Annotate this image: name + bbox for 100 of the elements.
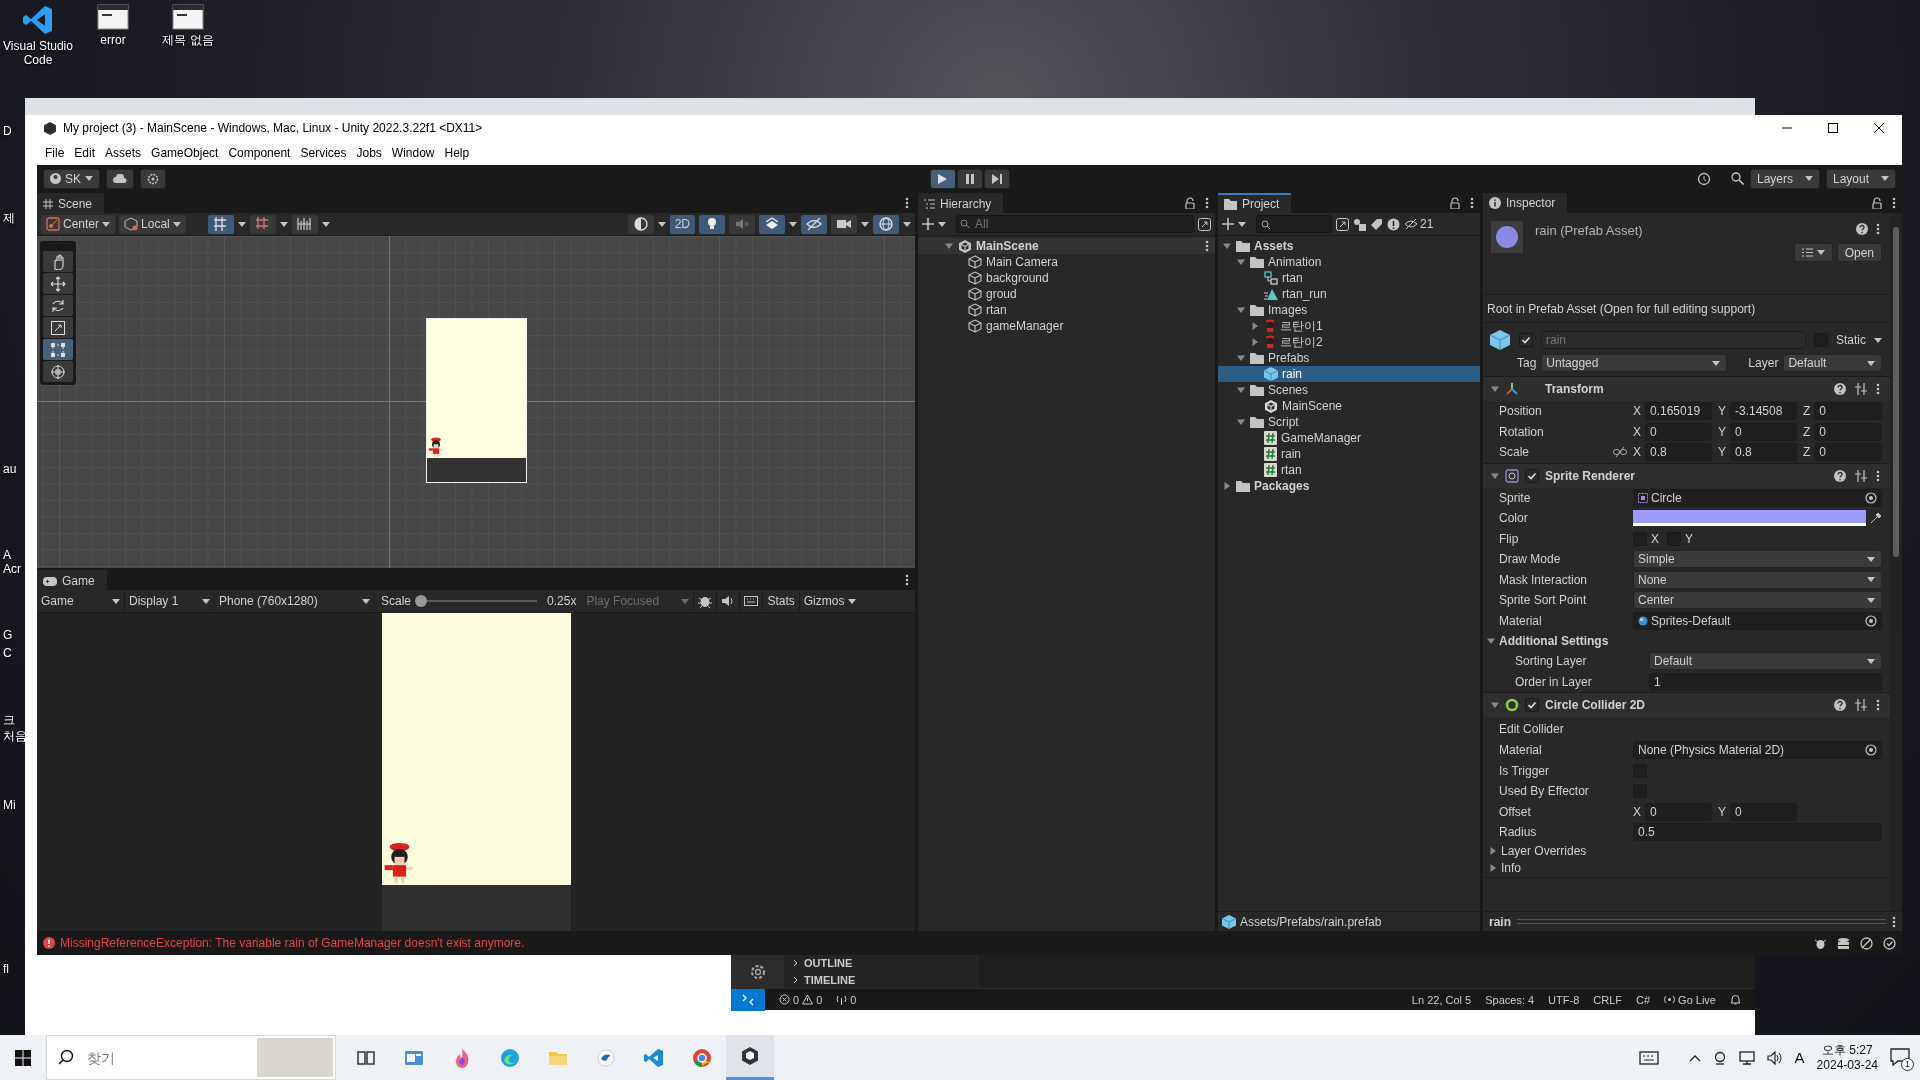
desktop-shortcut[interactable]: error [76, 4, 150, 67]
layout-dropdown[interactable]: Layout [1826, 168, 1896, 189]
pivot-dropdown[interactable]: Center [41, 214, 116, 234]
panel-section-header[interactable]: TIMELINE [784, 971, 979, 988]
layers-dropdown[interactable]: Layers [1750, 168, 1820, 189]
input-method-indicator[interactable]: A [1794, 1049, 1805, 1066]
number-field[interactable]: 0.8 [1645, 443, 1712, 462]
menu-item[interactable]: File [40, 145, 70, 160]
status-item[interactable]: UTF-8 [1548, 993, 1580, 1006]
scene-item[interactable]: MainScene [918, 238, 1215, 254]
project-item[interactable]: MainScene [1218, 398, 1480, 414]
menu-item[interactable]: Component [223, 145, 296, 160]
component-header[interactable]: Transform [1483, 377, 1890, 401]
hierarchy-item[interactable]: groud [918, 286, 1215, 302]
hidden-packages-toggle[interactable]: 21 [1404, 217, 1434, 231]
object-field[interactable]: Circle [1633, 488, 1882, 507]
edit-collider-label[interactable]: Edit Collider [1499, 721, 1564, 736]
project-item[interactable]: Animation [1218, 254, 1480, 270]
project-item[interactable]: 르탄이1 [1218, 318, 1480, 334]
view-dropdown[interactable]: Game [37, 591, 125, 611]
scene-tab[interactable]: Scene [37, 193, 105, 213]
number-field[interactable]: 0 [1814, 443, 1882, 462]
menu-item[interactable]: Services [295, 145, 352, 160]
object-field[interactable]: Sprites-Default [1633, 611, 1882, 630]
gizmos-dropdown[interactable]: Gizmos [799, 591, 849, 611]
2d-toggle[interactable]: 2D [669, 214, 695, 234]
property-label: Position [1499, 404, 1542, 419]
dropdown[interactable]: Center [1633, 591, 1882, 610]
dropdown[interactable]: Simple [1633, 550, 1882, 569]
open-button[interactable]: Open [1836, 243, 1882, 262]
resolution-dropdown[interactable]: Phone (760x1280) [215, 591, 375, 611]
number-field[interactable]: 0 [1645, 422, 1712, 441]
hierarchy-item[interactable]: background [918, 270, 1215, 286]
project-item[interactable]: Images [1218, 302, 1480, 318]
notification-button[interactable]: 1 [1890, 1047, 1912, 1068]
go-live-button[interactable]: Go Live [1664, 993, 1716, 1006]
number-field[interactable]: 1 [1649, 672, 1882, 691]
status-item[interactable]: C# [1636, 993, 1651, 1006]
foldout-label[interactable]: Info [1501, 861, 1521, 875]
number-field[interactable]: -3.14508 [1730, 402, 1797, 421]
dropdown[interactable]: Default [1649, 652, 1882, 671]
search-field[interactable]: All [956, 215, 1194, 233]
hierarchy-item[interactable]: gameManager [918, 318, 1215, 334]
account-dropdown[interactable]: SK [43, 168, 100, 189]
problems-indicator[interactable]: 0 0 [779, 993, 823, 1006]
number-field[interactable]: 0 [1730, 422, 1797, 441]
component-header[interactable]: Sprite Renderer [1483, 463, 1890, 488]
project-tab[interactable]: Project [1218, 193, 1292, 213]
foldout-label[interactable]: Layer Overrides [1501, 844, 1587, 858]
menu-item[interactable]: Edit [69, 145, 101, 160]
number-field[interactable]: 0 [1645, 802, 1712, 821]
status-item[interactable]: CRLF [1593, 993, 1622, 1006]
taskbar-clock[interactable]: 오후 5:27 2024-03-24 [1816, 1042, 1878, 1073]
desktop-shortcut[interactable]: Visual Studio Code [0, 4, 76, 67]
project-item[interactable]: rain [1218, 366, 1480, 382]
project-item[interactable]: Scenes [1218, 382, 1480, 398]
number-field[interactable]: 0.165019 [1645, 402, 1712, 421]
project-item[interactable]: 르탄이2 [1218, 334, 1480, 350]
menu-item[interactable]: Assets [100, 145, 147, 160]
hierarchy-item[interactable]: Main Camera [918, 254, 1215, 270]
hierarchy-item[interactable]: rtan [918, 302, 1215, 318]
dropdown[interactable]: None [1633, 570, 1882, 589]
number-field[interactable]: 0.8 [1730, 443, 1797, 462]
project-item[interactable]: Packages [1218, 478, 1480, 494]
property-label: Scale [1499, 445, 1530, 460]
project-item[interactable]: Prefabs [1218, 350, 1480, 366]
project-item[interactable]: rtan [1218, 270, 1480, 286]
desktop-shortcut[interactable]: 제목 없음 [150, 4, 226, 67]
menu-item[interactable]: GameObject [146, 145, 224, 160]
number-field[interactable]: 0 [1814, 402, 1882, 421]
menu-item[interactable]: Help [439, 145, 475, 160]
project-item[interactable]: rtan_run [1218, 286, 1480, 302]
axis-label: X [1633, 445, 1641, 460]
section-label[interactable]: Additional Settings [1499, 634, 1609, 648]
preview-label: rain [1489, 914, 1511, 929]
panel-section-header[interactable]: OUTLINE [784, 955, 979, 972]
space-dropdown[interactable]: Local [119, 214, 186, 234]
project-item[interactable]: Assets [1218, 238, 1480, 254]
stats-button[interactable]: Stats [763, 591, 800, 611]
number-field[interactable]: 0.5 [1633, 823, 1882, 842]
component-header[interactable]: Circle Collider 2D [1483, 693, 1890, 717]
game-tab[interactable]: Game [37, 570, 107, 590]
tag-dropdown[interactable]: Untagged [1541, 354, 1728, 372]
project-item[interactable]: Script [1218, 414, 1480, 430]
hierarchy-tab[interactable]: Hierarchy [918, 193, 1004, 213]
layer-dropdown[interactable]: Default [1783, 354, 1882, 372]
number-field[interactable]: 0 [1814, 422, 1882, 441]
console-message[interactable]: MissingReferenceException: The variable rain of GameManager doesn't exist anymore. [60, 936, 525, 950]
inspector-tab[interactable]: Inspector [1483, 193, 1568, 213]
menu-item[interactable]: Jobs [351, 145, 387, 160]
object-field[interactable]: None (Physics Material 2D) [1633, 741, 1882, 760]
status-item[interactable]: Ln 22, Col 5 [1411, 993, 1472, 1006]
project-item[interactable]: GameManager [1218, 430, 1480, 446]
ports-indicator[interactable]: 0 [836, 993, 857, 1006]
project-item[interactable]: rain [1218, 446, 1480, 462]
project-item[interactable]: rtan [1218, 462, 1480, 478]
menu-item[interactable]: Window [386, 145, 440, 160]
number-field[interactable]: 0 [1730, 802, 1797, 821]
display-dropdown[interactable]: Display 1 [125, 591, 215, 611]
status-item[interactable]: Spaces: 4 [1485, 993, 1535, 1006]
